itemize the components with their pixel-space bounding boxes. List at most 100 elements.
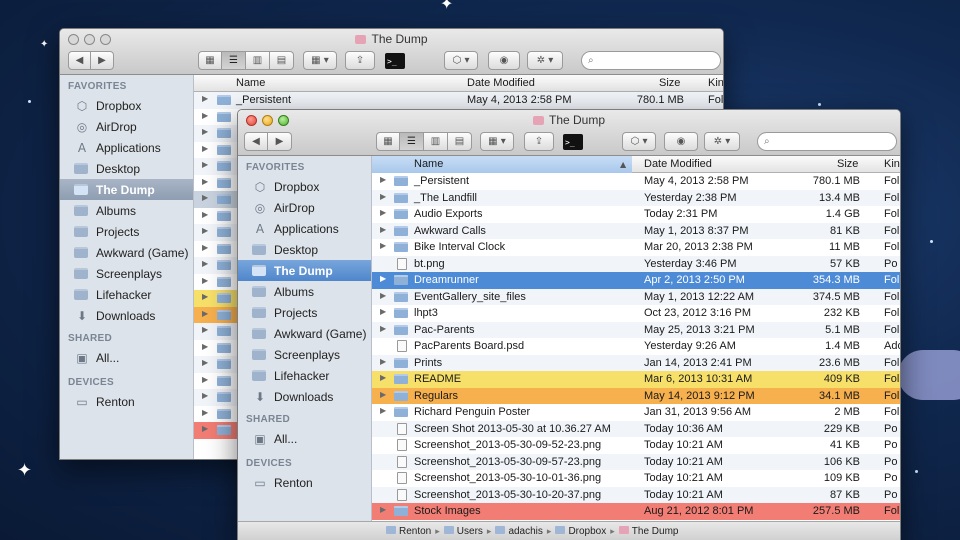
path-item[interactable]: Dropbox [555,526,606,537]
terminal-icon[interactable]: >_ [385,53,405,69]
table-row[interactable]: Screen Shot 2013-05-30 at 10.36.27 AM Tod… [372,420,900,437]
table-row[interactable]: ▶ lhpt3 Oct 23, 2012 3:16 PM 232 KB Fol [372,305,900,322]
disclosure-triangle-icon[interactable]: ▶ [380,307,386,316]
disclosure-triangle-icon[interactable]: ▶ [202,127,208,136]
disclosure-triangle-icon[interactable]: ▶ [202,391,208,400]
back-button[interactable]: ◀ [244,132,268,151]
icon-view-button[interactable]: ▦ [376,132,400,151]
table-row[interactable]: ▶ Audio Exports Today 2:31 PM 1.4 GB Fol [372,206,900,223]
sidebar-item-screenplays[interactable]: Screenplays [60,263,193,284]
disclosure-triangle-icon[interactable]: ▶ [202,226,208,235]
column-date-modified[interactable]: Date Modified [467,77,535,89]
dropbox-menu-button[interactable]: ⬡ ▾ [444,51,478,70]
disclosure-triangle-icon[interactable]: ▶ [202,342,208,351]
disclosure-triangle-icon[interactable]: ▶ [202,276,208,285]
sidebar-item-awkward-game[interactable]: Awkward (Game) [60,242,193,263]
disclosure-triangle-icon[interactable]: ▶ [202,94,208,103]
sidebar-item-desktop[interactable]: Desktop [60,158,193,179]
icon-view-button[interactable]: ▦ [198,51,222,70]
share-button[interactable]: ⇪ [345,51,375,70]
disclosure-triangle-icon[interactable]: ▶ [380,291,386,300]
search-field[interactable]: ⌕ [757,132,897,151]
disclosure-triangle-icon[interactable]: ▶ [380,175,386,184]
action-menu-button[interactable]: ✲ ▾ [527,51,563,70]
column-size[interactable]: Size [659,77,680,89]
sidebar-item-screenplays[interactable]: Screenplays [238,344,371,365]
disclosure-triangle-icon[interactable]: ▶ [202,210,208,219]
table-row[interactable]: ▶ Bike Interval Clock Mar 20, 2013 2:38 PM… [372,239,900,256]
sidebar-item-dropbox[interactable]: ⬡ Dropbox [238,176,371,197]
list-view-button[interactable]: ☰ [400,132,424,151]
table-row[interactable]: Screenshot_2013-05-30-09-57-23.png Today … [372,453,900,470]
column-name[interactable]: Name [236,77,265,89]
disclosure-triangle-icon[interactable]: ▶ [202,292,208,301]
coverflow-view-button[interactable]: ▤ [448,132,472,151]
table-row[interactable]: bt.png Yesterday 3:46 PM 57 KB Po [372,255,900,272]
list-view-button[interactable]: ☰ [222,51,246,70]
quicklook-button[interactable]: ◉ [488,51,520,70]
sidebar-item-albums[interactable]: Albums [60,200,193,221]
disclosure-triangle-icon[interactable]: ▶ [380,390,386,399]
path-item[interactable]: The Dump [618,526,678,537]
sidebar-item-airdrop[interactable]: ◎ AirDrop [60,116,193,137]
table-row[interactable]: ▶ Richard Penguin Poster Jan 31, 2013 9:56… [372,404,900,421]
table-row[interactable]: ▶ _Persistent May 4, 2013 2:58 PM 780.1 MB F… [372,173,900,190]
disclosure-triangle-icon[interactable]: ▶ [202,111,208,120]
table-row[interactable]: PacParents Board.psd Yesterday 9:26 AM 1.4… [372,338,900,355]
table-row[interactable]: Screenshot_2013-05-30-10-20-37.png Today … [372,486,900,503]
sidebar-item-applications[interactable]: A Applications [238,218,371,239]
disclosure-triangle-icon[interactable]: ▶ [380,324,386,333]
sidebar-item-downloads[interactable]: ⬇ Downloads [238,386,371,407]
share-button[interactable]: ⇪ [524,132,554,151]
disclosure-triangle-icon[interactable]: ▶ [202,144,208,153]
table-row[interactable]: ▶ Awkward Calls May 1, 2013 8:37 PM 81 KB Fo… [372,222,900,239]
dropbox-menu-button[interactable]: ⬡ ▾ [622,132,656,151]
disclosure-triangle-icon[interactable]: ▶ [380,505,386,514]
table-row[interactable]: ▶ Pac-Parents May 25, 2013 3:21 PM 5.1 MB Fo… [372,321,900,338]
column-size[interactable]: Size [837,158,858,170]
sidebar-item-downloads[interactable]: ⬇ Downloads [60,305,193,326]
table-row[interactable]: ▶ _Persistent May 4, 2013 2:58 PM 780.1 … [194,92,723,109]
sidebar-item-projects[interactable]: Projects [238,302,371,323]
disclosure-triangle-icon[interactable]: ▶ [202,408,208,417]
disclosure-triangle-icon[interactable]: ▶ [380,373,386,382]
forward-button[interactable]: ▶ [91,51,114,70]
quicklook-button[interactable]: ◉ [664,132,698,151]
disclosure-triangle-icon[interactable]: ▶ [202,243,208,252]
disclosure-triangle-icon[interactable]: ▶ [202,325,208,334]
sidebar-item-airdrop[interactable]: ◎ AirDrop [238,197,371,218]
sidebar-item-renton[interactable]: ▭ Renton [238,472,371,493]
file-list[interactable]: Name ▲ Date Modified Size Kin ▶ _Persiste… [372,156,900,523]
table-row[interactable]: ▶ Prints Jan 14, 2013 2:41 PM 23.6 MB Fol [372,354,900,371]
column-view-button[interactable]: ▥ [246,51,270,70]
forward-button[interactable]: ▶ [268,132,292,151]
table-row[interactable]: Screenshot_2013-05-30-09-52-23.png Today … [372,437,900,454]
sidebar-item-the-dump[interactable]: The Dump [238,260,371,281]
sidebar-item-awkward-game[interactable]: Awkward (Game) [238,323,371,344]
column-kind[interactable]: Kin [884,158,900,170]
table-row[interactable]: ▶ _The Landfill Yesterday 2:38 PM 13.4 MB Fo… [372,189,900,206]
disclosure-triangle-icon[interactable]: ▶ [202,193,208,202]
finder-window-front[interactable]: The Dump ◀ ▶ ▦ ☰ ▥ ▤ ▦ ▾ ⇪ >_ ⬡ ▾ ◉ ✲ ▾ … [237,109,901,540]
search-field[interactable]: ⌕ [581,51,721,70]
disclosure-triangle-icon[interactable]: ▶ [380,406,386,415]
disclosure-triangle-icon[interactable]: ▶ [202,309,208,318]
sidebar-item-the-dump[interactable]: The Dump [60,179,193,200]
disclosure-triangle-icon[interactable]: ▶ [202,375,208,384]
back-button[interactable]: ◀ [68,51,91,70]
disclosure-triangle-icon[interactable]: ▶ [202,160,208,169]
sidebar-item-all[interactable]: ▣ All... [238,428,371,449]
disclosure-triangle-icon[interactable]: ▶ [380,357,386,366]
disclosure-triangle-icon[interactable]: ▶ [380,225,386,234]
path-item[interactable]: Users [443,526,483,537]
disclosure-triangle-icon[interactable]: ▶ [380,208,386,217]
sidebar-item-projects[interactable]: Projects [60,221,193,242]
table-row[interactable]: ▶ EventGallery_site_files May 1, 2013 12:2… [372,288,900,305]
table-row[interactable]: ▶ Dreamrunner Apr 2, 2013 2:50 PM 354.3 MB F… [372,272,900,289]
sidebar-item-lifehacker[interactable]: Lifehacker [238,365,371,386]
sidebar-item-all[interactable]: ▣ All... [60,347,193,368]
terminal-icon[interactable]: >_ [563,134,583,150]
disclosure-triangle-icon[interactable]: ▶ [202,424,208,433]
coverflow-view-button[interactable]: ▤ [270,51,294,70]
sidebar-item-albums[interactable]: Albums [238,281,371,302]
